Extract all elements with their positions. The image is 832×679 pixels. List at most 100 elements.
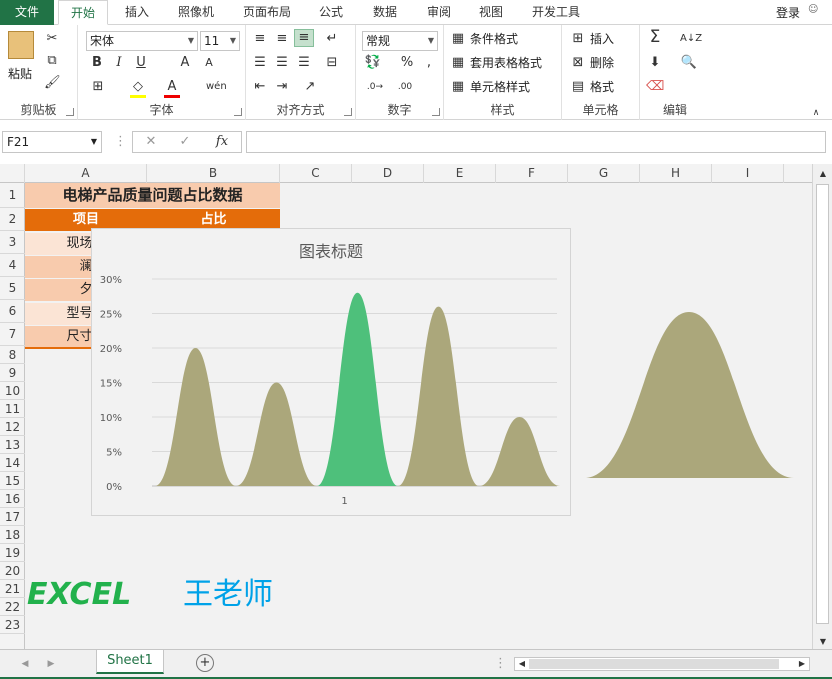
row-header[interactable]: 22: [0, 598, 25, 616]
fill-color-icon[interactable]: ◇: [130, 79, 146, 98]
tab-insert[interactable]: 插入: [114, 0, 160, 25]
row-header[interactable]: 23: [0, 616, 25, 634]
tab-camera[interactable]: 照像机: [170, 0, 222, 25]
orientation-icon[interactable]: ↗: [302, 79, 318, 95]
number-launcher-icon[interactable]: [432, 108, 440, 116]
row-header[interactable]: 7: [0, 323, 25, 346]
row-header[interactable]: 16: [0, 490, 25, 508]
paste-button[interactable]: 粘贴: [8, 65, 32, 85]
scroll-down-icon[interactable]: ▼: [817, 634, 829, 650]
clipboard-launcher-icon[interactable]: [66, 108, 74, 116]
alignment-launcher-icon[interactable]: [344, 108, 352, 116]
tab-page-layout[interactable]: 页面布局: [234, 0, 300, 25]
underline-button[interactable]: U: [134, 55, 148, 71]
border-icon[interactable]: ⊞: [90, 79, 106, 95]
tab-formulas[interactable]: 公式: [308, 0, 354, 25]
row-header[interactable]: 21: [0, 580, 25, 598]
paste-icon[interactable]: [8, 31, 34, 59]
confirm-icon[interactable]: ✓: [177, 134, 193, 150]
chart[interactable]: 图表标题 0% 5% 10% 15% 20% 25% 30% 1: [91, 228, 571, 516]
row-header[interactable]: 14: [0, 454, 25, 472]
copy-icon[interactable]: ⧉: [44, 53, 60, 69]
column-header[interactable]: B: [147, 164, 280, 183]
column-header[interactable]: F: [496, 164, 568, 183]
area-peak[interactable]: [236, 382, 317, 487]
insert-function-icon[interactable]: fx: [213, 134, 231, 150]
row-header[interactable]: 3: [0, 231, 25, 254]
select-all-corner[interactable]: [0, 164, 25, 183]
sort-filter-icon[interactable]: A↓Z: [680, 31, 702, 47]
percent-icon[interactable]: %: [400, 55, 414, 71]
format-table-icon[interactable]: ▦: [450, 55, 466, 71]
table-title[interactable]: 电梯产品质量问题占比数据: [25, 183, 280, 208]
sheet-tab[interactable]: Sheet1: [96, 650, 164, 674]
horizontal-scrollbar[interactable]: ◀ ▶: [514, 657, 810, 671]
column-header[interactable]: E: [424, 164, 496, 183]
column-header[interactable]: C: [280, 164, 352, 183]
font-shrink-icon[interactable]: A: [202, 55, 216, 71]
font-size-select[interactable]: 11 ▼: [200, 31, 240, 51]
cancel-icon[interactable]: ✕: [143, 134, 159, 150]
row-header[interactable]: 17: [0, 508, 25, 526]
font-name-select[interactable]: 宋体 ▼: [86, 31, 198, 51]
autosum-icon[interactable]: Σ: [646, 29, 664, 46]
area-peak[interactable]: [398, 306, 479, 486]
vertical-scrollbar[interactable]: ▲ ▼: [812, 164, 832, 649]
vertical-scroll-thumb[interactable]: [816, 184, 829, 624]
format-painter-icon[interactable]: 🖌: [44, 75, 61, 91]
comma-icon[interactable]: ,: [422, 55, 436, 71]
phonetic-icon[interactable]: wén: [206, 79, 227, 95]
delete-cells-icon[interactable]: ⊠: [570, 55, 586, 71]
merge-center-icon[interactable]: ⊟: [324, 55, 340, 71]
format-cells-button[interactable]: 格式: [590, 78, 614, 98]
align-right-icon[interactable]: ☰: [296, 55, 312, 71]
row-header[interactable]: 19: [0, 544, 25, 562]
horizontal-scroll-thumb[interactable]: [529, 659, 779, 669]
next-sheet-icon[interactable]: ▶: [46, 656, 56, 672]
login-link[interactable]: 登录: [776, 4, 800, 21]
tab-developer[interactable]: 开发工具: [524, 0, 588, 25]
column-header[interactable]: D: [352, 164, 424, 183]
align-middle-icon[interactable]: ≡: [274, 31, 290, 47]
format-cells-icon[interactable]: ▤: [570, 79, 586, 95]
align-top-icon[interactable]: ≡: [252, 31, 268, 47]
smile-icon[interactable]: ☺: [808, 4, 820, 18]
decrease-decimal-icon[interactable]: .00: [394, 79, 416, 95]
formula-input[interactable]: [246, 131, 826, 153]
row-header[interactable]: 9: [0, 364, 25, 382]
row-header[interactable]: 5: [0, 277, 25, 300]
area-peak[interactable]: [317, 292, 398, 486]
split-handle-icon[interactable]: ⋮: [494, 656, 507, 672]
italic-button[interactable]: I: [112, 55, 126, 71]
tab-data[interactable]: 数据: [360, 0, 410, 25]
format-table-button[interactable]: 套用表格格式: [470, 54, 542, 74]
row-header[interactable]: 13: [0, 436, 25, 454]
cell-styles-icon[interactable]: ▦: [450, 79, 466, 95]
column-header[interactable]: H: [640, 164, 712, 183]
conditional-format-icon[interactable]: ▦: [450, 31, 466, 47]
row-header[interactable]: 20: [0, 562, 25, 580]
align-center-icon[interactable]: ☰: [274, 55, 290, 71]
name-box[interactable]: F21 ▼: [2, 131, 102, 153]
accounting-icon[interactable]: 💱: [364, 55, 382, 71]
collapse-ribbon-icon[interactable]: ∧: [810, 105, 822, 121]
insert-cells-button[interactable]: 插入: [590, 30, 614, 50]
row-header[interactable]: 2: [0, 208, 25, 231]
align-bottom-icon[interactable]: ≡: [294, 29, 314, 47]
row-header[interactable]: 10: [0, 382, 25, 400]
delete-cells-button[interactable]: 删除: [590, 54, 614, 74]
row-header[interactable]: 6: [0, 300, 25, 323]
bold-button[interactable]: B: [90, 55, 104, 71]
chart2-peak[interactable]: [584, 312, 794, 478]
tab-file[interactable]: 文件: [0, 0, 54, 25]
scroll-right-icon[interactable]: ▶: [797, 658, 807, 670]
row-header[interactable]: 18: [0, 526, 25, 544]
row-header[interactable]: 1: [0, 183, 25, 208]
row-header[interactable]: 8: [0, 346, 25, 364]
wrap-text-icon[interactable]: ↵: [324, 31, 340, 47]
scroll-up-icon[interactable]: ▲: [817, 166, 829, 182]
conditional-format-button[interactable]: 条件格式: [470, 30, 518, 50]
font-color-icon[interactable]: A: [164, 79, 180, 98]
clear-icon[interactable]: ⌫: [646, 79, 664, 95]
font-grow-icon[interactable]: A: [178, 55, 192, 71]
